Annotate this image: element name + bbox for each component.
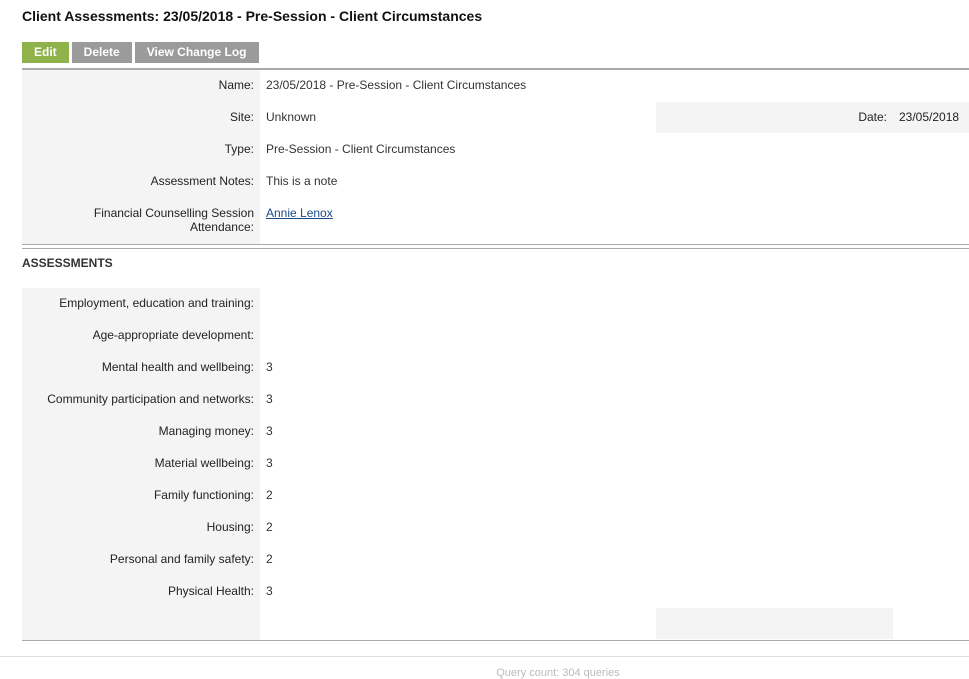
page-title: Client Assessments: 23/05/2018 - Pre-Ses… [22,8,483,24]
view-change-log-button[interactable]: View Change Log [134,42,259,63]
assessment-value: 3 [266,456,273,470]
assessment-label: Employment, education and training: [59,296,254,310]
assessment-row: Housing: 2 [22,512,969,544]
assessment-row: Mental health and wellbeing: 3 [22,352,969,384]
assessment-value: 3 [266,360,273,374]
name-label: Name: [218,78,254,92]
assessment-value: 3 [266,392,273,406]
attendance-row: Financial Counselling Session Attendance… [22,198,969,244]
assessment-row: Material wellbeing: 3 [22,448,969,480]
notes-row: Assessment Notes: This is a note [22,166,969,198]
assessment-value: 3 [266,584,273,598]
type-label: Type: [224,142,254,156]
assessment-row: Managing money: 3 [22,416,969,448]
name-row: Name: 23/05/2018 - Pre-Session - Client … [22,70,969,102]
assessment-value: 2 [266,520,273,534]
site-value: Unknown [266,110,317,124]
assessment-label: Personal and family safety: [109,552,254,566]
assessments-footer-block [656,608,893,639]
site-row: Site: Unknown [22,102,969,134]
assessment-label: Family functioning: [153,488,254,502]
assessment-row: Physical Health: 3 [22,576,969,608]
action-toolbar: Edit Delete View Change Log [22,42,259,63]
divider [22,640,969,641]
assessment-row: Employment, education and training: [22,288,969,320]
type-value: Pre-Session - Client Circumstances [266,142,456,156]
assessment-row: Community participation and networks: 3 [22,384,969,416]
divider [22,244,969,249]
assessment-label: Physical Health: [167,584,254,598]
attendance-label: Financial Counselling Session Attendance… [22,206,254,234]
query-count: Query count: 304 queries [496,667,620,679]
assessment-label: Material wellbeing: [154,456,254,470]
assessment-value: 2 [266,488,273,502]
delete-button[interactable]: Delete [71,42,132,63]
assessment-label: Community participation and networks: [47,392,254,406]
edit-button[interactable]: Edit [22,42,69,63]
attendance-label-line1: Financial Counselling Session [93,206,254,220]
assessment-row: Age-appropriate development: [22,320,969,352]
assessment-value: 2 [266,552,273,566]
site-label: Site: [229,110,254,124]
assessment-label: Age-appropriate development: [92,328,254,342]
notes-label: Assessment Notes: [150,174,254,188]
assessment-label: Managing money: [158,424,254,438]
assessment-value: 3 [266,424,273,438]
assessments-heading: ASSESSMENTS [22,256,113,270]
name-value: 23/05/2018 - Pre-Session - Client Circum… [266,78,527,92]
assessment-row: Family functioning: 2 [22,480,969,512]
assessment-label: Housing: [206,520,254,534]
attendance-label-line2: Attendance: [189,220,254,234]
notes-value: This is a note [266,174,338,188]
type-row: Type: Pre-Session - Client Circumstances [22,134,969,166]
attendance-client-link[interactable]: Annie Lenox [266,206,333,220]
assessment-row: Personal and family safety: 2 [22,544,969,576]
assessment-label: Mental health and wellbeing: [101,360,254,374]
footer-divider [0,656,969,657]
